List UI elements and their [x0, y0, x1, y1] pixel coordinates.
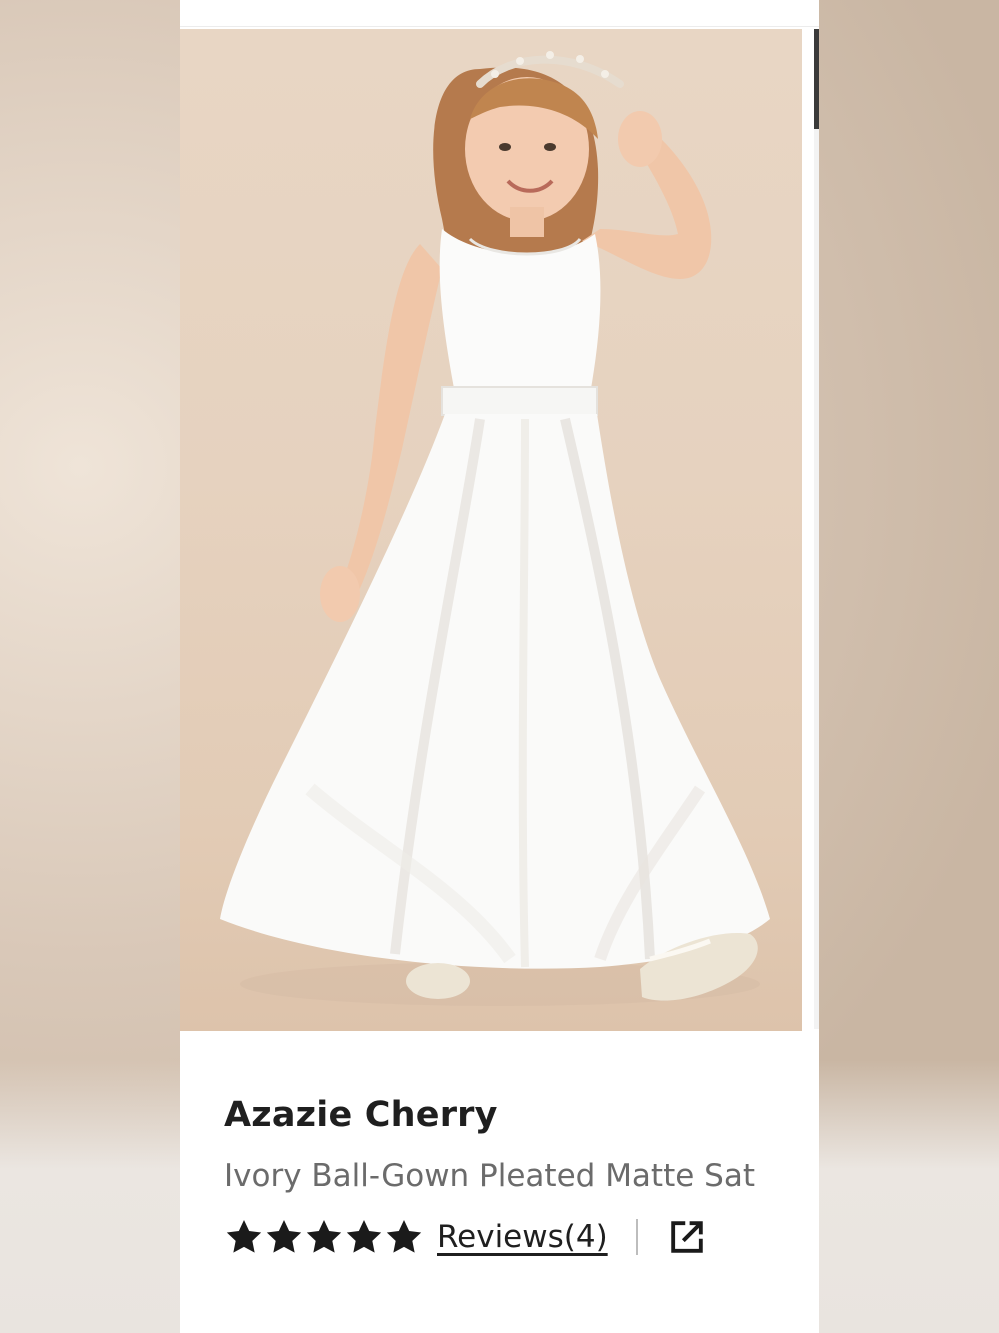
product-name[interactable]: Ivory Ball-Gown Pleated Matte Sat [224, 1154, 819, 1198]
star-icon [386, 1220, 422, 1253]
star-icon [226, 1220, 262, 1253]
scrollbar-track [814, 129, 819, 1029]
brand-title: Azazie Cherry [224, 1095, 498, 1135]
rating-row: Reviews(4) [224, 1212, 819, 1262]
star-icon [346, 1220, 382, 1253]
star-icon [266, 1220, 302, 1253]
dress-photo [220, 51, 770, 1006]
reviews-link[interactable]: Reviews(4) [437, 1219, 608, 1255]
product-info: Azazie Cherry Ivory Ball-Gown Pleated Ma… [224, 1090, 819, 1262]
product-image[interactable] [180, 29, 802, 1031]
product-card: Azazie Cherry Ivory Ball-Gown Pleated Ma… [180, 0, 819, 1333]
scrollbar-thumb[interactable] [814, 29, 819, 129]
star-rating [224, 1217, 424, 1257]
external-link-icon[interactable] [666, 1216, 708, 1258]
top-bar [180, 0, 819, 27]
star-icon [306, 1220, 342, 1253]
divider [635, 1219, 638, 1255]
